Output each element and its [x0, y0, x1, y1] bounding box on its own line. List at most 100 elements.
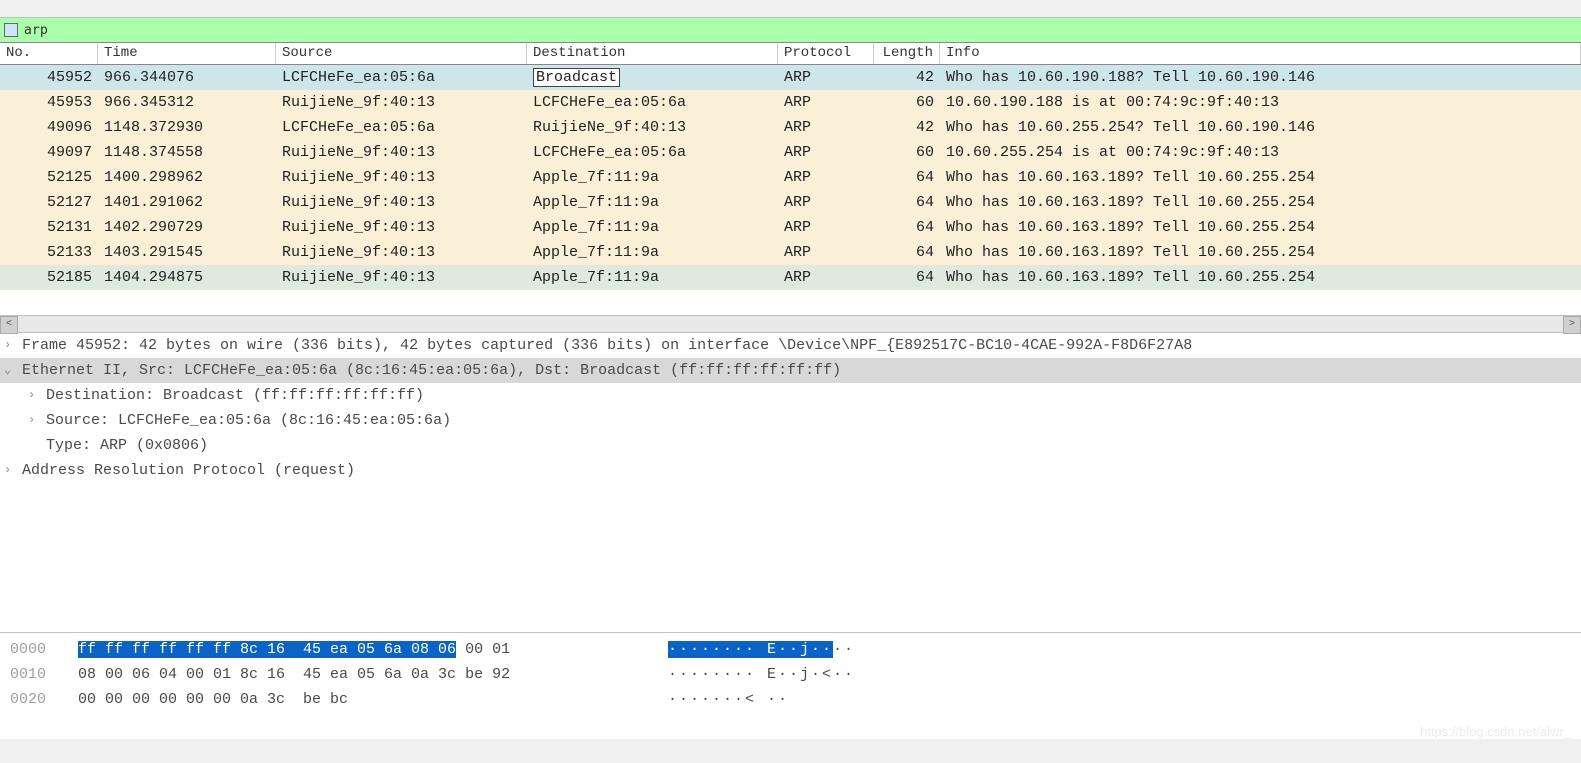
column-header-protocol[interactable]: Protocol: [778, 43, 874, 64]
cell-source: RuijieNe_9f:40:13: [276, 215, 527, 240]
toolbar-icon[interactable]: [4, 2, 20, 16]
cell-destination: RuijieNe_9f:40:13: [527, 115, 778, 140]
cell-source: RuijieNe_9f:40:13: [276, 165, 527, 190]
cell-info: Who has 10.60.163.189? Tell 10.60.255.25…: [940, 265, 1581, 290]
cell-length: 64: [874, 240, 940, 265]
cell-source: RuijieNe_9f:40:13: [276, 140, 527, 165]
cell-time: 1148.374558: [98, 140, 276, 165]
hex-row[interactable]: 0000ff ff ff ff ff ff 8c 16 45 ea 05 6a …: [10, 637, 1571, 662]
filter-input[interactable]: [24, 23, 1577, 38]
detail-tree-row[interactable]: ›Address Resolution Protocol (request): [0, 458, 1581, 483]
cell-protocol: ARP: [778, 65, 874, 90]
cell-time: 1402.290729: [98, 215, 276, 240]
cell-no: 52185: [0, 265, 98, 290]
cell-protocol: ARP: [778, 90, 874, 115]
column-header-no[interactable]: No.: [0, 43, 98, 64]
packet-row[interactable]: 490961148.372930LCFCHeFe_ea:05:6aRuijieN…: [0, 115, 1581, 140]
cell-destination: Apple_7f:11:9a: [527, 240, 778, 265]
hex-ascii: ········ E··j·<··: [668, 662, 855, 687]
cell-protocol: ARP: [778, 190, 874, 215]
column-header-destination[interactable]: Destination: [527, 43, 778, 64]
tree-label: Source: LCFCHeFe_ea:05:6a (8c:16:45:ea:0…: [46, 408, 451, 433]
packet-list-scrollbar[interactable]: < >: [0, 315, 1581, 333]
packet-bytes-pane[interactable]: 0000ff ff ff ff ff ff 8c 16 45 ea 05 6a …: [0, 633, 1581, 739]
scroll-right-icon[interactable]: >: [1563, 316, 1581, 334]
detail-tree-row[interactable]: ›Source: LCFCHeFe_ea:05:6a (8c:16:45:ea:…: [0, 408, 1581, 433]
hex-bytes: ff ff ff ff ff ff 8c 16 45 ea 05 6a 08 0…: [78, 637, 668, 662]
cell-source: RuijieNe_9f:40:13: [276, 240, 527, 265]
packet-row[interactable]: 490971148.374558RuijieNe_9f:40:13LCFCHeF…: [0, 140, 1581, 165]
cell-info: Who has 10.60.163.189? Tell 10.60.255.25…: [940, 165, 1581, 190]
hex-row[interactable]: 002000 00 00 00 00 00 0a 3c be bc·······…: [10, 687, 1571, 712]
hex-offset: 0000: [10, 637, 78, 662]
cell-source: RuijieNe_9f:40:13: [276, 90, 527, 115]
cell-length: 64: [874, 215, 940, 240]
cell-length: 64: [874, 165, 940, 190]
chevron-right-icon[interactable]: ›: [4, 458, 20, 483]
chevron-right-icon[interactable]: ›: [4, 333, 20, 358]
tree-label: Destination: Broadcast (ff:ff:ff:ff:ff:f…: [46, 383, 424, 408]
packet-list-header: No. Time Source Destination Protocol Len…: [0, 43, 1581, 65]
cell-no: 52125: [0, 165, 98, 190]
cell-destination: LCFCHeFe_ea:05:6a: [527, 90, 778, 115]
cell-no: 52133: [0, 240, 98, 265]
bookmark-icon[interactable]: [4, 23, 18, 37]
cell-destination: Apple_7f:11:9a: [527, 190, 778, 215]
packet-row[interactable]: 521311402.290729RuijieNe_9f:40:13Apple_7…: [0, 215, 1581, 240]
cell-destination: Broadcast: [527, 65, 778, 90]
cell-info: Who has 10.60.163.189? Tell 10.60.255.25…: [940, 215, 1581, 240]
chevron-down-icon[interactable]: ⌄: [4, 358, 20, 383]
cell-time: 1401.291062: [98, 190, 276, 215]
tree-label: Ethernet II, Src: LCFCHeFe_ea:05:6a (8c:…: [22, 358, 841, 383]
cell-time: 966.345312: [98, 90, 276, 115]
hex-offset: 0020: [10, 687, 78, 712]
packet-details-pane[interactable]: ›Frame 45952: 42 bytes on wire (336 bits…: [0, 333, 1581, 633]
cell-length: 42: [874, 115, 940, 140]
detail-tree-row[interactable]: ⌄Ethernet II, Src: LCFCHeFe_ea:05:6a (8c…: [0, 358, 1581, 383]
packet-row[interactable]: 45953966.345312RuijieNe_9f:40:13LCFCHeFe…: [0, 90, 1581, 115]
cell-no: 45953: [0, 90, 98, 115]
cell-destination: Apple_7f:11:9a: [527, 165, 778, 190]
packet-row[interactable]: 521271401.291062RuijieNe_9f:40:13Apple_7…: [0, 190, 1581, 215]
cell-time: 1148.372930: [98, 115, 276, 140]
hex-row[interactable]: 001008 00 06 04 00 01 8c 16 45 ea 05 6a …: [10, 662, 1571, 687]
cell-destination: Apple_7f:11:9a: [527, 265, 778, 290]
cell-protocol: ARP: [778, 240, 874, 265]
column-header-info[interactable]: Info: [940, 43, 1581, 64]
tree-label: Type: ARP (0x0806): [46, 433, 208, 458]
main-toolbar: [0, 0, 1581, 18]
cell-info: Who has 10.60.163.189? Tell 10.60.255.25…: [940, 190, 1581, 215]
packet-row[interactable]: 45952966.344076LCFCHeFe_ea:05:6aBroadcas…: [0, 65, 1581, 90]
detail-tree-row[interactable]: ›Frame 45952: 42 bytes on wire (336 bits…: [0, 333, 1581, 358]
cell-no: 52131: [0, 215, 98, 240]
packet-list[interactable]: 45952966.344076LCFCHeFe_ea:05:6aBroadcas…: [0, 65, 1581, 315]
cell-destination: LCFCHeFe_ea:05:6a: [527, 140, 778, 165]
cell-protocol: ARP: [778, 115, 874, 140]
chevron-right-icon[interactable]: ›: [28, 383, 44, 408]
column-header-length[interactable]: Length: [874, 43, 940, 64]
cell-no: 52127: [0, 190, 98, 215]
hex-offset: 0010: [10, 662, 78, 687]
tree-label: Address Resolution Protocol (request): [22, 458, 355, 483]
cell-info: Who has 10.60.163.189? Tell 10.60.255.25…: [940, 240, 1581, 265]
watermark-text: https://blog.csdn.net/alwr_: [1420, 724, 1571, 739]
cell-time: 1400.298962: [98, 165, 276, 190]
cell-protocol: ARP: [778, 265, 874, 290]
display-filter-bar: [0, 18, 1581, 43]
cell-protocol: ARP: [778, 165, 874, 190]
cell-destination: Apple_7f:11:9a: [527, 215, 778, 240]
cell-length: 42: [874, 65, 940, 90]
column-header-time[interactable]: Time: [98, 43, 276, 64]
cell-time: 966.344076: [98, 65, 276, 90]
scroll-left-icon[interactable]: <: [0, 316, 18, 334]
cell-protocol: ARP: [778, 140, 874, 165]
detail-tree-row[interactable]: Type: ARP (0x0806): [0, 433, 1581, 458]
cell-source: RuijieNe_9f:40:13: [276, 265, 527, 290]
column-header-source[interactable]: Source: [276, 43, 527, 64]
detail-tree-row[interactable]: ›Destination: Broadcast (ff:ff:ff:ff:ff:…: [0, 383, 1581, 408]
chevron-right-icon[interactable]: ›: [28, 408, 44, 433]
cell-no: 49097: [0, 140, 98, 165]
packet-row[interactable]: 521251400.298962RuijieNe_9f:40:13Apple_7…: [0, 165, 1581, 190]
packet-row[interactable]: 521331403.291545RuijieNe_9f:40:13Apple_7…: [0, 240, 1581, 265]
packet-row[interactable]: 521851404.294875RuijieNe_9f:40:13Apple_7…: [0, 265, 1581, 290]
